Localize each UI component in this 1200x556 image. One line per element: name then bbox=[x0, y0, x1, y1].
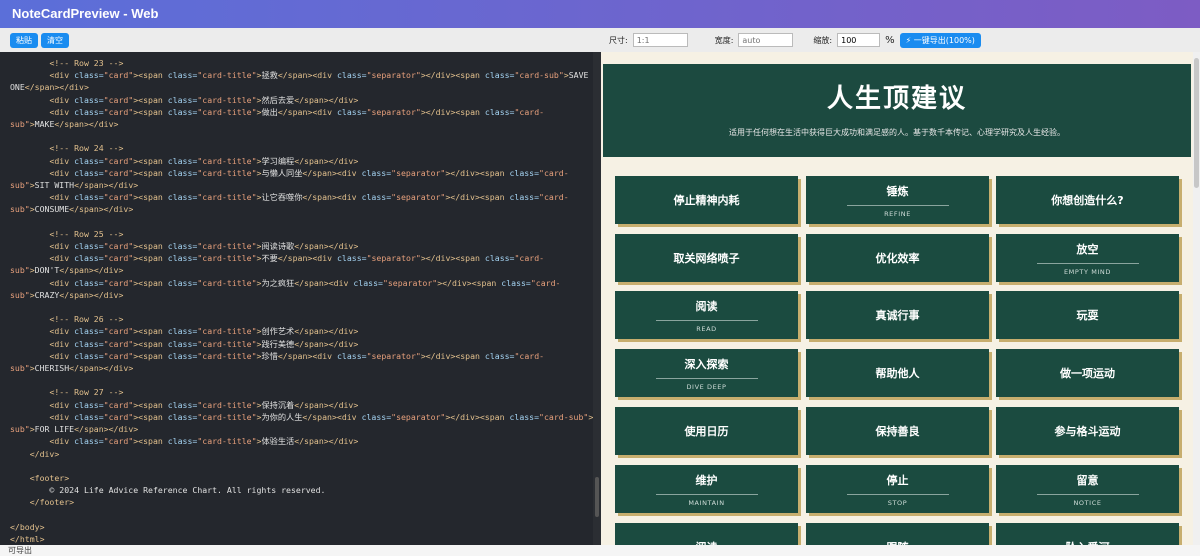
card: 你想创造什么? bbox=[996, 176, 1179, 224]
editor-scroll-thumb[interactable] bbox=[595, 477, 599, 517]
card: 留意 NOTICE bbox=[996, 465, 1179, 513]
toolbar: 粘贴 清空 尺寸: 宽度: 缩放: % ⚡ 一键导出(100%) bbox=[0, 28, 1200, 52]
card: 优化效率 bbox=[806, 234, 989, 282]
card-title: 做一项运动 bbox=[1060, 367, 1115, 380]
export-controls: 尺寸: 宽度: 缩放: % ⚡ 一键导出(100%) bbox=[609, 28, 981, 52]
card: 真诚行事 bbox=[806, 291, 989, 339]
card: 取关网络喷子 bbox=[615, 234, 798, 282]
zoom-input[interactable] bbox=[837, 33, 881, 47]
card-subtitle: EMPTY MIND bbox=[1063, 267, 1112, 276]
card-title: 帮助他人 bbox=[875, 367, 920, 380]
card-title: 使用日历 bbox=[684, 425, 729, 438]
preview-scrollbar[interactable] bbox=[1193, 52, 1200, 545]
card-title: 阅读 bbox=[695, 299, 718, 313]
clear-button[interactable]: 清空 bbox=[41, 32, 69, 48]
card: 玩耍 bbox=[996, 291, 1179, 339]
card-separator bbox=[1036, 262, 1139, 264]
card: 维护 MAINTAIN bbox=[615, 465, 798, 513]
card: 帮助他人 bbox=[806, 349, 989, 397]
card-subtitle: MAINTAIN bbox=[688, 498, 725, 507]
card-separator bbox=[655, 377, 758, 379]
paste-button[interactable]: 粘贴 bbox=[10, 32, 38, 48]
card-subtitle: READ bbox=[696, 324, 717, 333]
code-text: <!-- Row 23 --> <div class="card"><span … bbox=[10, 58, 594, 544]
card: 锤炼 REFINE bbox=[806, 176, 989, 224]
card: 深入探索 DIVE DEEP bbox=[615, 349, 798, 397]
card: 保持善良 bbox=[806, 407, 989, 455]
size-label: 尺寸: bbox=[609, 35, 628, 45]
card-separator bbox=[1036, 493, 1139, 495]
preview-title: 人生顶建议 bbox=[826, 84, 967, 114]
card: 坠入爱河 bbox=[996, 523, 1179, 545]
card: 做一项运动 bbox=[996, 349, 1179, 397]
card-title: 深入探索 bbox=[684, 357, 729, 371]
card: 阅读 bbox=[615, 523, 798, 545]
card-title: 维护 bbox=[695, 473, 718, 487]
card-separator bbox=[655, 319, 758, 321]
status-bar: 可导出 bbox=[0, 545, 1200, 556]
card-separator bbox=[846, 204, 949, 206]
preview-scroll-thumb[interactable] bbox=[1194, 58, 1199, 188]
card: 参与格斗运动 bbox=[996, 407, 1179, 455]
preview-pane: 人生顶建议 适用于任何想在生活中获得巨大成功和满足感的人。基于数千本传记、心理学… bbox=[601, 52, 1200, 545]
preview-subtitle: 适用于任何想在生活中获得巨大成功和满足感的人。基于数千本传记、心理学研究及人生经… bbox=[729, 128, 1065, 137]
editor-scrollbar[interactable] bbox=[593, 52, 601, 545]
card: 放空 EMPTY MIND bbox=[996, 234, 1179, 282]
card-title: 你想创造什么? bbox=[1051, 194, 1124, 207]
card: 停止 STOP bbox=[806, 465, 989, 513]
card-separator bbox=[655, 493, 758, 495]
card-title: 真诚行事 bbox=[875, 309, 920, 322]
card-separator bbox=[846, 493, 949, 495]
code-editor[interactable]: <!-- Row 23 --> <div class="card"><span … bbox=[0, 52, 601, 545]
card: 使用日历 bbox=[615, 407, 798, 455]
preview-header: 人生顶建议 适用于任何想在生活中获得巨大成功和满足感的人。基于数千本传记、心理学… bbox=[603, 64, 1191, 157]
card: 阅读 READ bbox=[615, 291, 798, 339]
card-title: 参与格斗运动 bbox=[1054, 425, 1121, 438]
card-subtitle: REFINE bbox=[884, 209, 911, 218]
card-title: 玩耍 bbox=[1076, 309, 1099, 322]
card-title: 留意 bbox=[1076, 473, 1099, 487]
app-title: NoteCardPreview - Web bbox=[0, 0, 1200, 28]
card-title: 放空 bbox=[1076, 242, 1099, 256]
card-title: 锤炼 bbox=[886, 184, 909, 198]
export-button[interactable]: ⚡ 一键导出(100%) bbox=[899, 32, 981, 48]
card-subtitle: DIVE DEEP bbox=[686, 382, 727, 391]
percent-sign: % bbox=[885, 34, 895, 46]
card-title: 保持善良 bbox=[875, 425, 920, 438]
card-title: 停止 bbox=[886, 473, 909, 487]
card-subtitle: NOTICE bbox=[1073, 498, 1102, 507]
card: 停止精神内耗 bbox=[615, 176, 798, 224]
size-input[interactable] bbox=[632, 33, 688, 47]
card: 跟随 bbox=[806, 523, 989, 545]
card-title: 优化效率 bbox=[875, 252, 920, 265]
width-label: 宽度: bbox=[714, 35, 734, 45]
card-title: 停止精神内耗 bbox=[673, 194, 740, 207]
width-input[interactable] bbox=[738, 33, 794, 47]
card-title: 取关网络喷子 bbox=[673, 252, 740, 265]
card-subtitle: STOP bbox=[887, 498, 908, 507]
zoom-label: 缩放: bbox=[813, 35, 833, 45]
